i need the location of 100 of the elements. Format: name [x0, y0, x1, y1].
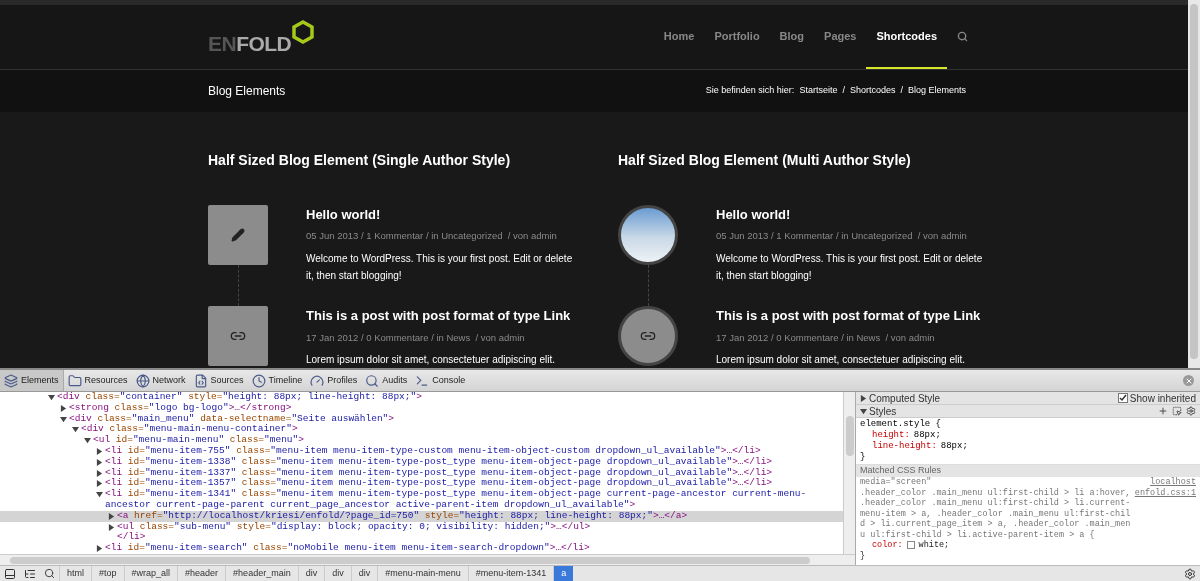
post-title[interactable]: This is a post with post format of type Link — [716, 306, 988, 326]
pencil-icon — [231, 227, 245, 242]
collapsed-arrow-icon[interactable] — [60, 404, 67, 412]
post-format-tile[interactable] — [208, 204, 268, 265]
element-crumb[interactable]: #header_main — [225, 566, 298, 581]
collapsed-arrow-icon[interactable] — [96, 458, 103, 466]
nav-link[interactable]: Shortcodes — [866, 4, 947, 69]
element-crumb[interactable]: div — [350, 566, 378, 581]
pane-header: Matched CSS Rules — [856, 465, 1200, 477]
dom-line[interactable]: <div class="container" style="height: 88px; line-height: 88px;"> — [0, 392, 843, 403]
dom-line[interactable]: <li id="menu-item-755" class="menu-item menu-item-type-custom menu-item-object-custom dropdown_ul_available">…</li> — [0, 446, 843, 457]
file-icon — [193, 373, 208, 388]
breadcrumb-link[interactable]: Blog Elements — [907, 84, 966, 98]
post-format-tile[interactable] — [208, 306, 268, 367]
element-crumb[interactable]: a — [553, 566, 574, 581]
css-property[interactable]: line-height: — [872, 441, 937, 452]
post-meta: 17 Jan 2012 / 0 Kommentare / in News / von admin — [306, 330, 526, 345]
post-excerpt: Lorem ipsum dolor sit amet, consectetuer adipiscing elit. — [716, 353, 966, 367]
expanded-arrow-icon[interactable] — [96, 491, 103, 499]
dom-line[interactable]: <ul class="sub-menu" style="display: block; opacity: 0; visibility: hidden;">…</ul> — [0, 521, 843, 533]
element-crumb[interactable]: html — [59, 566, 91, 581]
dom-line[interactable]: <div class="main_menu" data-selectname="Seite auswählen"> — [0, 413, 843, 425]
element-crumb[interactable]: #header — [177, 566, 226, 581]
collapsed-arrow-icon[interactable] — [108, 512, 115, 520]
console-icon[interactable] — [24, 567, 36, 580]
settings-icon[interactable] — [1186, 406, 1196, 416]
devtools-tab[interactable]: Sources — [189, 370, 248, 391]
expanded-arrow-icon[interactable] — [860, 407, 867, 415]
site-logo[interactable]: ENFOLD — [208, 19, 316, 54]
expanded-arrow-icon[interactable] — [72, 426, 79, 434]
dom-line[interactable]: <strong class="logo bg-logo">…</strong> — [0, 402, 843, 414]
collapsed-arrow-icon[interactable] — [96, 545, 103, 553]
collapsed-arrow-icon[interactable] — [108, 523, 115, 531]
dom-line[interactable]: <div class="menu-main-menu-container"> — [0, 424, 843, 436]
element-crumb[interactable]: #menu-main-menu — [377, 566, 468, 581]
search-icon[interactable] — [44, 568, 55, 579]
css-property[interactable]: color: — [872, 540, 903, 551]
devtools-tab[interactable]: Elements — [0, 370, 64, 391]
post-meta: 05 Jun 2013 / 1 Kommentar / in Uncategorized / von admin — [716, 229, 968, 244]
nav-link[interactable]: Portfolio — [704, 4, 770, 69]
pane-header[interactable]: Computed Style — [869, 392, 941, 406]
nav-link[interactable]: Blog — [769, 4, 815, 69]
color-swatch[interactable] — [906, 541, 915, 550]
css-value[interactable]: 88px; — [913, 430, 941, 441]
checkbox[interactable] — [1117, 393, 1128, 403]
post-title[interactable]: Hello world! — [716, 204, 988, 225]
collapsed-arrow-icon[interactable] — [96, 480, 103, 488]
devtools-tab[interactable]: Resources — [63, 370, 132, 391]
scrollbar[interactable] — [0, 554, 855, 565]
css-value[interactable]: white; — [918, 540, 950, 551]
collapsed-arrow-icon[interactable] — [96, 469, 103, 477]
breadcrumb-link[interactable]: Shortcodes — [849, 84, 896, 98]
devtools-tab[interactable]: Profiles — [306, 370, 362, 391]
settings-icon[interactable] — [1184, 567, 1196, 580]
select-element-icon[interactable] — [1172, 406, 1182, 416]
post-excerpt: Welcome to WordPress. This is your first post. Edit or delete it, then start blogging! — [306, 251, 574, 283]
post-title[interactable]: This is a post with post format of type Link — [306, 306, 578, 326]
dom-line[interactable]: <li id="menu-item-1341" class="menu-item menu-item-type-post_type menu-item-object-page current-page-ancestor current-menu-ancestor current-page-parent current_page_ancestor active-parent-item dropdown_ul_available"> — [0, 489, 843, 511]
expanded-arrow-icon[interactable] — [60, 415, 67, 423]
element-crumb[interactable]: div — [324, 566, 351, 581]
close-icon[interactable] — [1183, 375, 1194, 386]
scrollbar[interactable] — [843, 392, 855, 554]
css-value[interactable]: 88px; — [940, 441, 968, 452]
source-link[interactable]: localhost — [1150, 477, 1196, 488]
dock-icon[interactable] — [4, 567, 16, 580]
dom-line[interactable]: <li id="menu-item-1357" class="menu-item menu-item-type-post_type menu-item-object-page dropdown_ul_available">…</li> — [0, 478, 843, 490]
source-link[interactable]: enfold.css:1 — [1134, 487, 1196, 498]
dom-line[interactable]: </li> — [0, 532, 843, 544]
css-brace: } — [860, 452, 867, 463]
dom-line[interactable]: <li id="menu-item-search" class="noMobile menu-item menu-item-search-dropdown">…</li> — [0, 543, 843, 554]
devtools-tab[interactable]: Console — [411, 370, 470, 391]
pane-header[interactable]: Styles — [869, 403, 897, 419]
post-excerpt: Welcome to WordPress. This is your first post. Edit or delete it, then start blogging! — [716, 251, 984, 283]
breadcrumb-link[interactable]: Startseite — [799, 84, 838, 98]
element-crumb[interactable]: #wrap_all — [123, 566, 178, 581]
expanded-arrow-icon[interactable] — [48, 394, 55, 401]
expanded-arrow-icon[interactable] — [84, 437, 91, 445]
dom-line[interactable]: <li id="menu-item-1338" class="menu-item menu-item-type-post_type menu-item-object-page dropdown_ul_available">…</li> — [0, 456, 843, 468]
dom-line[interactable]: <li id="menu-item-1337" class="menu-item menu-item-type-post_type menu-item-object-page dropdown_ul_available">…</li> — [0, 467, 843, 479]
post-title[interactable]: Hello world! — [306, 204, 578, 225]
dom-line[interactable]: <ul id="menu-main-menu" class="menu"> — [0, 435, 843, 446]
element-crumb[interactable]: #top — [91, 566, 124, 581]
collapsed-arrow-icon[interactable] — [860, 394, 867, 402]
post-meta: 05 Jun 2013 / 1 Kommentar / in Uncategorized / von admin — [306, 229, 558, 244]
checkbox-label[interactable]: Show inherited — [1129, 392, 1196, 406]
devtools-tab[interactable]: Timeline — [247, 370, 307, 391]
add-icon[interactable] — [1158, 406, 1168, 416]
collapsed-arrow-icon[interactable] — [96, 448, 103, 455]
scrollbar[interactable] — [1188, 0, 1200, 368]
page-title: Blog Elements — [208, 82, 286, 100]
devtools-tab[interactable]: Audits — [361, 370, 412, 391]
hexagon-icon — [291, 19, 316, 44]
devtools-tab[interactable]: Network — [131, 370, 190, 391]
nav-link[interactable]: Pages — [814, 4, 867, 69]
css-property[interactable]: height: — [872, 430, 910, 441]
element-crumb[interactable]: div — [297, 566, 325, 581]
css-brace: } — [860, 550, 867, 561]
nav-link[interactable]: Home — [653, 4, 705, 69]
search-icon[interactable] — [957, 31, 968, 43]
gauge-icon — [310, 373, 325, 388]
